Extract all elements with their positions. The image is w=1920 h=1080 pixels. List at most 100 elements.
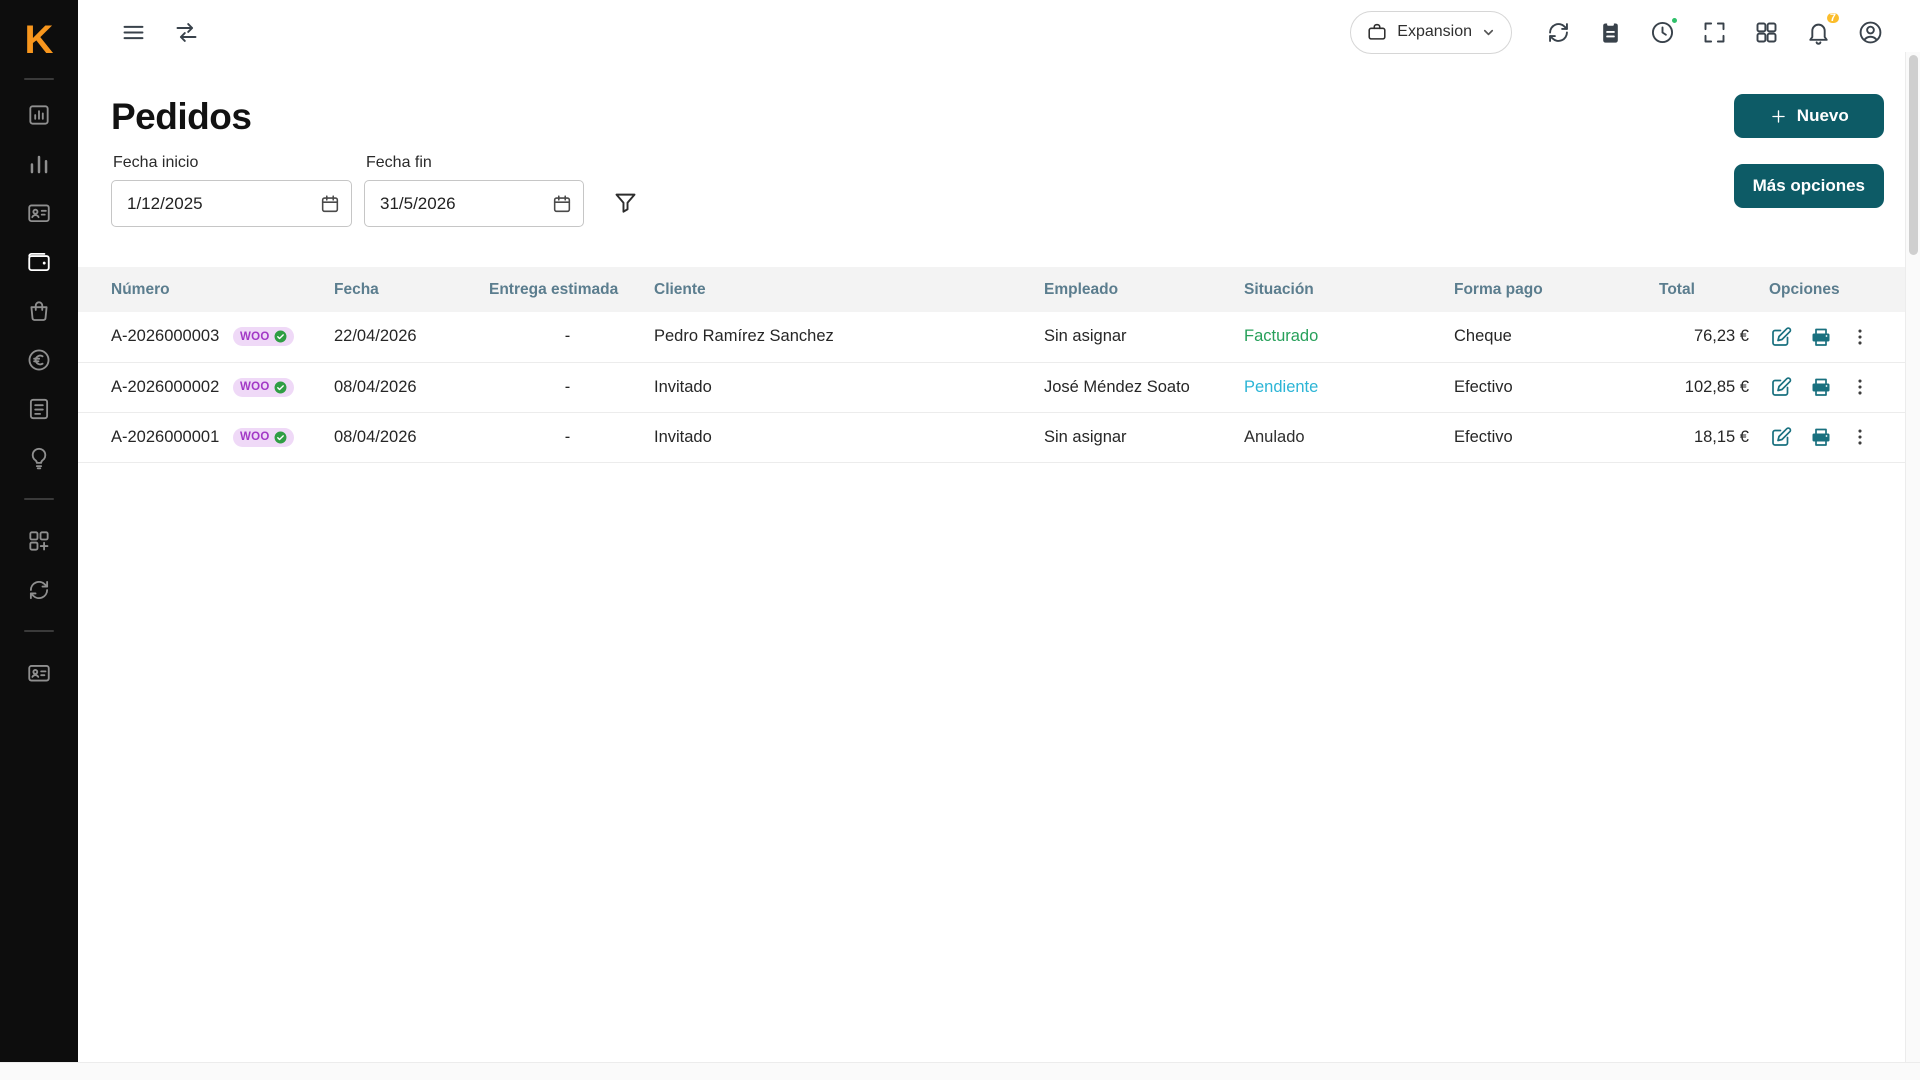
sidebar-divider xyxy=(24,630,54,632)
sidebar-item-ideas[interactable] xyxy=(0,433,78,482)
kebab-menu-icon xyxy=(1858,329,1862,345)
hamburger-icon xyxy=(123,25,144,39)
euro-icon xyxy=(28,349,50,370)
sidebar-item-purchases[interactable] xyxy=(0,286,78,335)
app-window: K Expansion 7 Pedidos Nuevo Más opciones… xyxy=(0,0,1920,1080)
dashboard-icon xyxy=(29,104,49,125)
end-date-label: Fecha fin xyxy=(366,154,432,171)
sidebar-item-sync[interactable] xyxy=(0,565,78,614)
app-logo[interactable]: K xyxy=(25,20,54,60)
printer-icon xyxy=(1812,378,1830,396)
row-menu-button[interactable] xyxy=(1849,426,1871,448)
start-date-input[interactable] xyxy=(111,180,352,227)
time-tracking-button[interactable] xyxy=(1649,15,1679,46)
cell-empleado: José Méndez Soato xyxy=(1044,362,1244,413)
cell-numero: A-2026000003 WOO xyxy=(78,312,334,363)
order-number: A-2026000003 xyxy=(111,327,220,346)
shopping-bag-icon xyxy=(30,300,48,321)
table-row[interactable]: A-2026000001 WOO 08/04/2026 - Invitado S… xyxy=(78,412,1920,463)
more-options-button[interactable]: Más opciones xyxy=(1733,164,1884,208)
sidebar-item-documents[interactable] xyxy=(0,384,78,433)
horizontal-scrollbar[interactable] xyxy=(0,1062,1920,1080)
refresh-button[interactable] xyxy=(1545,19,1572,46)
sidebar-item-apps[interactable] xyxy=(0,516,78,565)
cell-empleado: Sin asignar xyxy=(1044,312,1244,363)
new-button[interactable]: Nuevo xyxy=(1733,94,1884,138)
print-button[interactable] xyxy=(1809,325,1833,349)
calendar-icon[interactable] xyxy=(551,193,573,215)
cell-cliente: Invitado xyxy=(654,362,1044,413)
clipboard-icon xyxy=(1603,21,1618,43)
notifications-button[interactable]: 7 xyxy=(1805,10,1841,46)
header-empleado: Empleado xyxy=(1044,267,1244,312)
orders-table: Número Fecha Entrega estimada Cliente Em… xyxy=(78,267,1920,463)
cell-fecha: 08/04/2026 xyxy=(334,412,489,463)
tasks-button[interactable] xyxy=(1597,19,1624,46)
apps-grid-button[interactable] xyxy=(1753,19,1780,46)
company-selector[interactable]: Expansion xyxy=(1350,10,1512,54)
sidebar-item-dashboard[interactable] xyxy=(0,90,78,139)
table-row[interactable]: A-2026000002 WOO 08/04/2026 - Invitado J… xyxy=(78,362,1920,413)
wallet-icon xyxy=(28,252,50,271)
header-numero: Número xyxy=(78,267,334,312)
vertical-scrollbar[interactable] xyxy=(1905,52,1920,1062)
cell-situacion: Facturado xyxy=(1244,312,1454,363)
apps-grid-icon xyxy=(1756,22,1777,42)
document-icon xyxy=(29,398,49,419)
kebab-menu-icon xyxy=(1858,379,1862,395)
cell-entrega: - xyxy=(489,412,654,463)
table-row[interactable]: A-2026000003 WOO 22/04/2026 - Pedro Ramí… xyxy=(78,312,1920,363)
sidebar-item-reports[interactable] xyxy=(0,139,78,188)
cell-forma-pago: Efectivo xyxy=(1454,412,1659,463)
header-cliente: Cliente xyxy=(654,267,1044,312)
printer-icon xyxy=(1812,328,1830,346)
end-date-field: Fecha fin xyxy=(364,154,584,227)
main-area: Expansion 7 Pedidos Nuevo Más opciones F… xyxy=(78,0,1920,1080)
bar-chart-icon xyxy=(30,155,48,173)
swap-arrows-icon xyxy=(176,22,197,42)
content: Pedidos Nuevo Más opciones Fecha inicio xyxy=(78,64,1920,1080)
check-circle-icon xyxy=(274,431,287,443)
sidebar-divider xyxy=(24,498,54,500)
account-button[interactable] xyxy=(1857,19,1884,46)
edit-button[interactable] xyxy=(1769,375,1793,399)
edit-button[interactable] xyxy=(1769,425,1793,449)
lightbulb-icon xyxy=(31,447,47,469)
edit-button[interactable] xyxy=(1769,325,1793,349)
table-header-row: Número Fecha Entrega estimada Cliente Em… xyxy=(78,267,1920,312)
cell-opciones xyxy=(1759,412,1920,463)
header-opciones: Opciones xyxy=(1759,267,1920,312)
sync-icon xyxy=(29,580,49,599)
sidebar: K xyxy=(0,0,78,1080)
sidebar-item-accounting[interactable] xyxy=(0,335,78,384)
cell-cliente: Invitado xyxy=(654,412,1044,463)
fullscreen-button[interactable] xyxy=(1701,19,1728,46)
filter-button[interactable] xyxy=(612,189,639,216)
cell-situacion: Pendiente xyxy=(1244,362,1454,413)
swap-view-button[interactable] xyxy=(173,19,200,46)
sync-icon xyxy=(1549,22,1568,42)
header-situacion: Situación xyxy=(1244,267,1454,312)
cell-entrega: - xyxy=(489,362,654,413)
woo-badge: WOO xyxy=(233,327,294,347)
print-button[interactable] xyxy=(1809,425,1833,449)
order-number: A-2026000002 xyxy=(111,377,220,396)
sidebar-item-subscription[interactable] xyxy=(0,648,78,697)
cell-opciones xyxy=(1759,362,1920,413)
row-menu-button[interactable] xyxy=(1849,326,1871,348)
contacts-card-icon xyxy=(28,203,50,222)
sidebar-item-sales[interactable] xyxy=(0,237,78,286)
scrollbar-thumb[interactable] xyxy=(1908,55,1918,255)
cell-cliente: Pedro Ramírez Sanchez xyxy=(654,312,1044,363)
row-menu-button[interactable] xyxy=(1849,376,1871,398)
cell-total: 76,23 € xyxy=(1659,312,1759,363)
calendar-icon[interactable] xyxy=(319,193,341,215)
edit-icon xyxy=(1772,327,1792,346)
print-button[interactable] xyxy=(1809,375,1833,399)
notification-badge: 7 xyxy=(1824,10,1841,25)
woo-badge: WOO xyxy=(233,377,294,397)
sidebar-item-contacts[interactable] xyxy=(0,188,78,237)
topbar: Expansion 7 xyxy=(78,0,1920,64)
apps-plus-icon xyxy=(29,530,49,551)
menu-button[interactable] xyxy=(120,19,147,46)
